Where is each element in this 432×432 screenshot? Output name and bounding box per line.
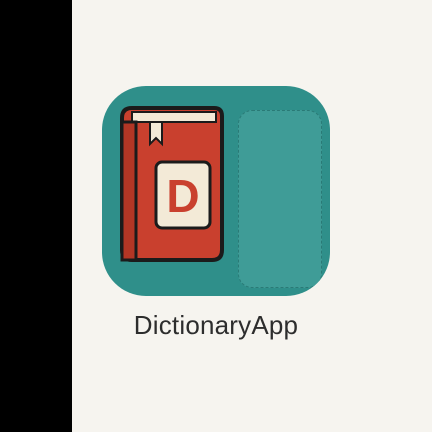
figure-placeholder [238,110,322,288]
stage: D DictionaryApp [72,0,432,432]
app-label: DictionaryApp [133,310,299,340]
app-icon[interactable]: D [102,86,330,296]
dictionary-book-icon: D [120,106,224,262]
book-letter: D [166,170,199,222]
